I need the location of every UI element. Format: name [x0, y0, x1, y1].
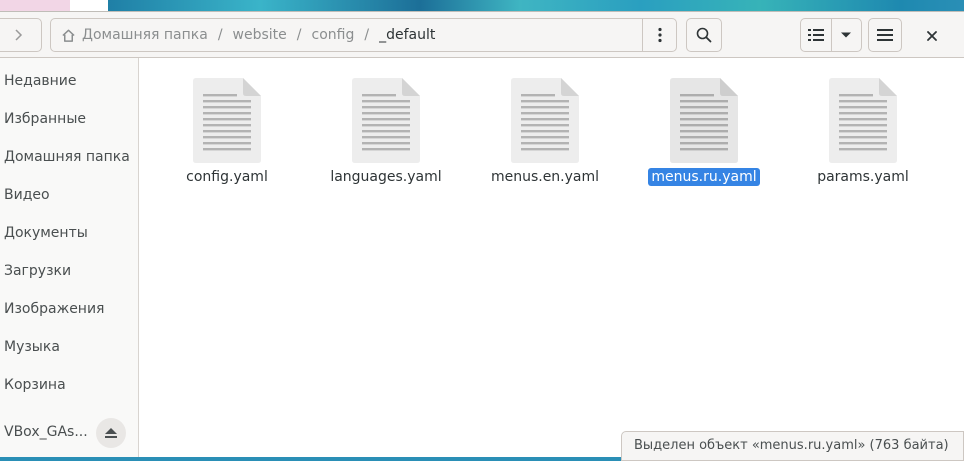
search-button[interactable]: [686, 18, 722, 52]
header-bar: Домашняя папка / website / config / _def…: [0, 12, 964, 58]
chevron-right-icon: [15, 29, 23, 41]
text-file-icon: [829, 78, 897, 163]
list-view-icon: [807, 29, 824, 41]
sidebar-item-vbox-drive[interactable]: VBox_GAs...: [4, 417, 88, 447]
main-menu-button[interactable]: [868, 18, 902, 52]
text-file-icon: [670, 78, 738, 163]
eject-icon: [105, 428, 117, 438]
view-options-button[interactable]: [830, 19, 862, 51]
breadcrumb-home-label: Домашняя папка: [82, 27, 208, 43]
places-sidebar: Недавние Избранные Домашняя папка Видео …: [0, 58, 139, 457]
path-menu-button[interactable]: [642, 19, 676, 51]
breadcrumb-home[interactable]: Домашняя папка: [51, 19, 218, 51]
file-view: config.yaml languages.yaml menus.en.yaml…: [140, 58, 964, 457]
search-icon: [696, 27, 712, 43]
close-window-button[interactable]: [920, 24, 944, 48]
eject-button[interactable]: [96, 418, 126, 448]
vertical-dots-icon: [657, 27, 662, 43]
sidebar-item-recent[interactable]: Недавние: [4, 66, 77, 96]
file-manager-window: Домашняя папка / website / config / _def…: [0, 11, 964, 457]
file-item[interactable]: languages.yaml: [311, 78, 461, 186]
hamburger-icon: [877, 29, 893, 41]
sidebar-item-documents[interactable]: Документы: [4, 218, 88, 248]
selection-status-bar: Выделен объект «menus.ru.yaml» (763 байт…: [621, 431, 964, 461]
file-name: menus.ru.yaml: [648, 168, 760, 186]
file-item[interactable]: params.yaml: [788, 78, 938, 186]
sidebar-item-downloads[interactable]: Загрузки: [4, 256, 71, 286]
file-item[interactable]: config.yaml: [152, 78, 302, 186]
sidebar-item-videos[interactable]: Видео: [4, 180, 50, 210]
file-item-selected[interactable]: menus.ru.yaml: [629, 78, 779, 186]
text-file-icon: [193, 78, 261, 163]
chevron-down-icon: [841, 32, 852, 38]
sidebar-item-pictures[interactable]: Изображения: [4, 294, 104, 324]
sidebar-item-starred[interactable]: Избранные: [4, 104, 86, 134]
breadcrumb-config[interactable]: config: [302, 19, 365, 51]
sidebar-item-music[interactable]: Музыка: [4, 332, 60, 362]
text-file-icon: [352, 78, 420, 163]
view-switcher: [800, 18, 862, 52]
sidebar-item-trash[interactable]: Корзина: [4, 370, 66, 400]
breadcrumb-website[interactable]: website: [223, 19, 297, 51]
home-icon: [62, 29, 75, 42]
list-view-button[interactable]: [801, 19, 831, 51]
text-file-icon: [511, 78, 579, 163]
file-item[interactable]: menus.en.yaml: [470, 78, 620, 186]
path-bar: Домашняя папка / website / config / _def…: [50, 18, 677, 52]
sidebar-item-home[interactable]: Домашняя папка: [4, 142, 130, 172]
close-icon: [927, 31, 937, 41]
file-name: languages.yaml: [330, 169, 442, 185]
file-name: params.yaml: [817, 169, 909, 185]
file-name: menus.en.yaml: [490, 169, 600, 185]
forward-button[interactable]: [0, 18, 42, 52]
file-name: config.yaml: [186, 169, 268, 185]
breadcrumb-current[interactable]: _default: [369, 19, 445, 51]
